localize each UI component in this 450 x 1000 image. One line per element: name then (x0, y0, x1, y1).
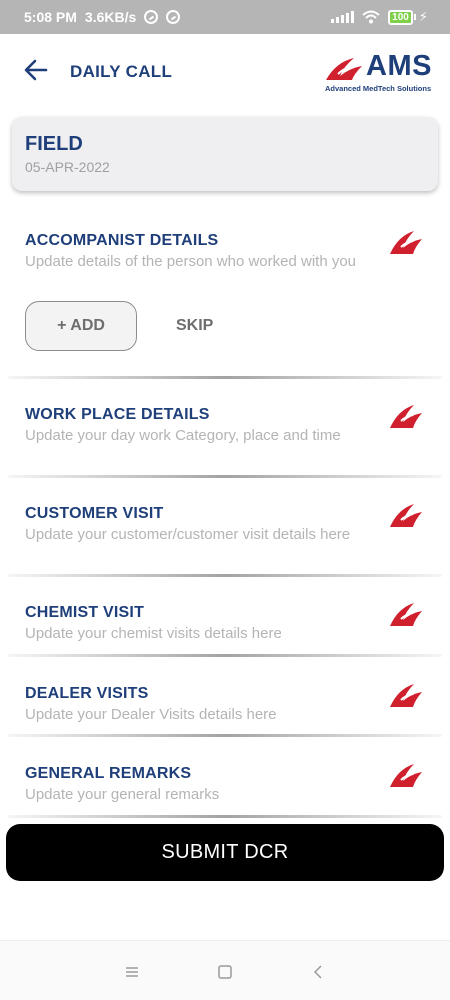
ams-logo-mark-icon[interactable] (388, 501, 424, 529)
section-description: Update details of the person who worked … (25, 253, 357, 270)
logo-tagline: Advanced MedTech Solutions (325, 84, 432, 93)
status-speed: 3.6KB/s (84, 9, 137, 25)
section-title: ACCOMPANIST DETAILS (25, 232, 219, 249)
section-description: Update your Dealer Visits details here (25, 706, 277, 723)
section-description: Update your general remarks (25, 786, 220, 803)
charging-icon: ⚡ (418, 9, 428, 24)
divider (8, 654, 442, 657)
divider (8, 376, 442, 379)
section-title: WORK PLACE DETAILS (25, 406, 210, 423)
field-title: FIELD (25, 133, 83, 155)
ams-logo-mark-icon[interactable] (388, 402, 424, 430)
ams-logo-mark-icon[interactable] (388, 228, 424, 256)
field-card[interactable]: FIELD 05-APR-2022 (12, 117, 438, 191)
divider (8, 815, 442, 818)
section-description: Update your day work Category, place and… (25, 427, 341, 444)
menu-icon[interactable] (122, 963, 142, 981)
app-header: DAILY CALL AMS Advanced MedTech Solution… (0, 34, 450, 106)
section-title: CUSTOMER VISIT (25, 505, 164, 522)
ams-logo: AMS Advanced MedTech Solutions (322, 50, 440, 94)
section-description: Update your customer/customer visit deta… (25, 526, 351, 543)
signal-icon (331, 11, 355, 23)
ams-logo-mark-icon (326, 58, 362, 80)
skip-button[interactable]: SKIP (176, 317, 213, 335)
page-title: DAILY CALL (70, 62, 173, 81)
data-saver-icon-2 (166, 10, 181, 24)
square-icon[interactable] (215, 963, 235, 981)
wifi-icon (362, 10, 380, 24)
divider (8, 574, 442, 577)
status-bar: 5:08 PM 3.6KB/s 100 ⚡ (0, 0, 450, 34)
status-time: 5:08 PM (24, 9, 77, 25)
divider (8, 734, 442, 737)
ams-logo-mark-icon[interactable] (388, 600, 424, 628)
section-title: DEALER VISITS (25, 685, 149, 702)
battery-icon: 100 ⚡ (388, 9, 428, 25)
battery-level: 100 (388, 9, 413, 25)
system-nav-bar (0, 940, 450, 1000)
divider (8, 475, 442, 478)
data-saver-icon (144, 10, 159, 24)
submit-dcr-button[interactable]: SUBMIT DCR (6, 824, 444, 881)
chevron-left-icon[interactable] (309, 963, 329, 981)
section-description: Update your chemist visits details here (25, 625, 282, 642)
add-accompanist-button[interactable]: + ADD (25, 301, 137, 351)
section-title: CHEMIST VISIT (25, 604, 145, 621)
field-date: 05-APR-2022 (25, 159, 110, 175)
ams-logo-mark-icon[interactable] (388, 681, 424, 709)
logo-text: AMS (366, 50, 432, 82)
section-title: GENERAL REMARKS (25, 765, 192, 782)
back-arrow-icon[interactable] (22, 56, 50, 84)
ams-logo-mark-icon[interactable] (388, 761, 424, 789)
